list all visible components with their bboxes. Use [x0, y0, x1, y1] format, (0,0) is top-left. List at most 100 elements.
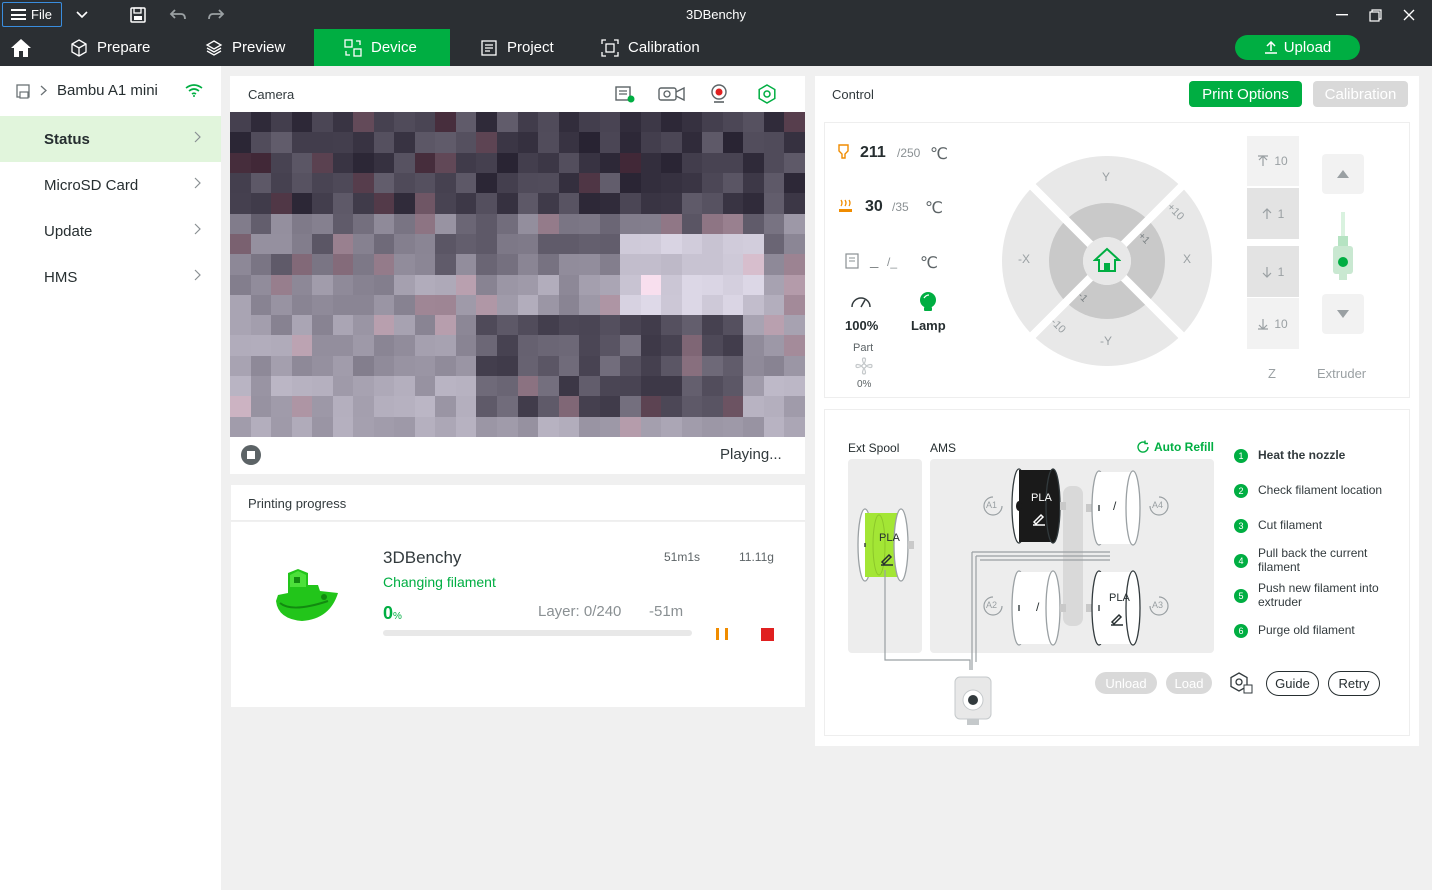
load-button[interactable]: Load [1166, 672, 1212, 694]
device-selector[interactable]: Bambu A1 mini [0, 66, 221, 114]
camera-pixel [579, 416, 600, 437]
camera-pixel [702, 355, 723, 377]
camera-pixel [332, 416, 354, 437]
z-down-1-button[interactable]: 1 [1247, 246, 1299, 297]
lamp-icon[interactable] [918, 291, 938, 313]
z-up-1-button[interactable]: 1 [1247, 188, 1299, 239]
z-up-10-button[interactable]: 10 [1247, 136, 1299, 186]
camera-pixel [455, 335, 477, 356]
z-step-label: 1 [1277, 206, 1285, 221]
step-number: 4 [1234, 554, 1248, 568]
calibration-button[interactable]: Calibration [1313, 81, 1408, 107]
print-options-button[interactable]: Print Options [1189, 81, 1302, 107]
sidebar-item-hms[interactable]: HMS [0, 254, 221, 300]
sidebar-item-update[interactable]: Update [0, 208, 221, 254]
camera-pixel [579, 172, 600, 194]
fan-icon[interactable] [855, 357, 873, 375]
tab-preview[interactable]: Preview [193, 29, 297, 66]
home-icon[interactable] [10, 37, 32, 59]
camera-pixel [496, 172, 518, 194]
camera-pixel [681, 396, 703, 417]
camera-pixel [414, 193, 436, 214]
camera-pixel [353, 396, 374, 417]
chamber-temp-target[interactable]: /_ [887, 255, 897, 269]
ams-settings-icon[interactable] [1228, 671, 1254, 695]
maximize-icon[interactable] [1365, 5, 1385, 25]
sidebar-item-status[interactable]: Status [0, 116, 221, 162]
camera-pixel [291, 294, 313, 316]
close-icon[interactable] [1399, 5, 1419, 25]
camera-pixel [763, 152, 785, 173]
retry-button[interactable]: Retry [1328, 671, 1380, 696]
camera-pixel [332, 132, 354, 153]
upload-button[interactable]: Upload [1235, 35, 1360, 60]
camera-pixel [784, 335, 805, 356]
camera-pixel [435, 112, 456, 133]
camera-pixel [271, 416, 292, 437]
camera-pixel [414, 315, 436, 336]
tab-device[interactable]: Device [314, 29, 450, 66]
home-axes-icon[interactable] [1093, 247, 1121, 273]
camera-pixel [681, 294, 703, 316]
pause-icon[interactable] [715, 627, 731, 641]
camera-pixel [702, 112, 723, 133]
unload-button[interactable]: Unload [1095, 672, 1157, 694]
stop-stream-icon[interactable] [241, 445, 261, 465]
camera-pixel [702, 335, 723, 356]
ams-spool-a1[interactable] [1010, 466, 1066, 546]
camera-pixel [681, 213, 703, 234]
edit-icon[interactable] [1032, 512, 1046, 526]
stop-print-icon[interactable] [761, 628, 774, 641]
camera-pixel [620, 152, 641, 173]
auto-refill-link[interactable]: Auto Refill [1136, 440, 1214, 454]
tab-prepare[interactable]: Prepare [58, 29, 162, 66]
nozzle-temp-target[interactable]: /250 [897, 146, 920, 160]
z-down-10-button[interactable]: 10 [1247, 298, 1299, 349]
camera-pixel [394, 376, 415, 397]
sidebar-item-microsd[interactable]: MicroSD Card [0, 162, 221, 208]
tab-label: Calibration [628, 39, 700, 56]
minimize-icon[interactable] [1332, 5, 1352, 25]
bed-temp-target[interactable]: /35 [892, 200, 909, 214]
camera-pixel [722, 335, 744, 356]
camera-pixel [312, 335, 333, 356]
sd-card-recording-icon[interactable] [614, 84, 636, 104]
camera-pixel [435, 335, 456, 356]
camera-pixel [702, 233, 723, 255]
video-record-icon[interactable] [657, 84, 687, 104]
nozzle-temp-current: 211 [860, 144, 886, 161]
chevron-right-icon [194, 131, 201, 143]
camera-pixel [435, 172, 456, 194]
camera-pixel [599, 233, 621, 255]
tab-label: Preview [232, 39, 286, 56]
camera-pixel [476, 274, 497, 295]
camera-pixel [250, 274, 272, 295]
camera-pixel [620, 355, 641, 377]
camera-pixel [702, 132, 723, 153]
camera-pixel [496, 213, 518, 234]
camera-pixel [784, 376, 805, 397]
camera-pixel [496, 335, 518, 356]
camera-pixel [599, 294, 621, 316]
refresh-icon [1137, 440, 1149, 453]
jog-y-pos: Y [1102, 170, 1111, 184]
tab-calibration[interactable]: Calibration [589, 29, 712, 66]
camera-pixel [476, 335, 497, 356]
speed-gauge-icon[interactable] [850, 293, 872, 309]
guide-button[interactable]: Guide [1266, 671, 1319, 696]
camera-pixel [538, 213, 559, 234]
camera-pixel [373, 233, 395, 255]
extruder-up-button[interactable] [1322, 154, 1364, 194]
camera-settings-icon[interactable] [757, 84, 779, 104]
camera-pixel [312, 294, 333, 316]
tab-project[interactable]: Project [468, 29, 566, 66]
ams-label: AMS [930, 441, 957, 455]
printer-icon [16, 84, 30, 99]
camera-pixel [640, 294, 662, 316]
bed-temp-icon [839, 199, 852, 212]
camera-pixel [620, 233, 641, 255]
extruder-down-button[interactable] [1322, 294, 1364, 334]
filament-paths [884, 551, 1110, 670]
webcam-icon[interactable] [709, 84, 731, 104]
camera-pixel [579, 152, 600, 173]
